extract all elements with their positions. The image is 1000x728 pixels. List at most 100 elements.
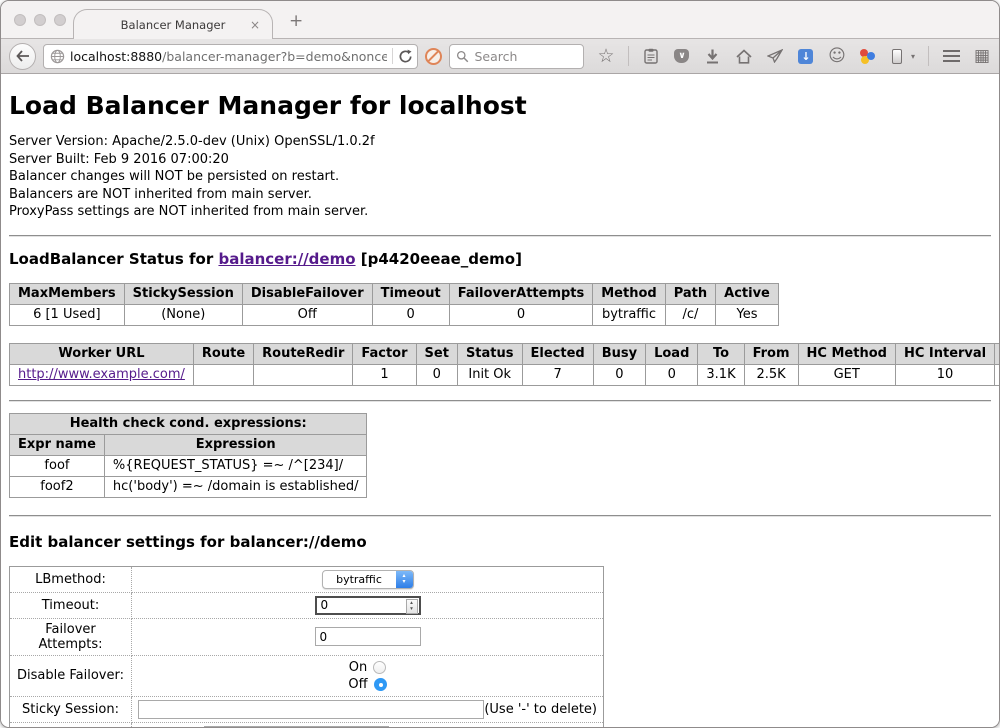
expression-cell: hc('body') =~ /domain is established/ [104, 476, 367, 497]
select-stepper-icon: ▴▾ [396, 571, 413, 588]
pocket-icon[interactable]: ∨ [673, 47, 691, 65]
add-worker-row: Add New Worker: Are you sure? [10, 722, 604, 728]
number-spinner-icon[interactable]: ▴▾ [406, 599, 418, 614]
balancer-cell: 6 [1 Used] [10, 304, 125, 325]
extension-download-icon[interactable]: ↓ [797, 47, 815, 65]
send-tab-icon[interactable] [766, 47, 784, 65]
worker-column-header: RouteRedir [254, 343, 353, 364]
persist-note-line: Balancer changes will NOT be persisted o… [9, 168, 991, 186]
worker-column-header: HC Method [798, 343, 895, 364]
balancer-cell: Yes [716, 304, 779, 325]
balancer-cell: /c/ [665, 304, 715, 325]
worker-column-header: Route [193, 343, 253, 364]
worker-column-header: To [698, 343, 744, 364]
lbmethod-row: LBmethod: bytraffic ▴▾ [10, 566, 604, 592]
menu-hamburger-icon[interactable] [942, 47, 960, 65]
server-built-line: Server Built: Feb 9 2016 07:00:20 [9, 151, 991, 169]
add-worker-label: Add New Worker: [10, 722, 132, 728]
worker-column-header: Status [457, 343, 522, 364]
health-table-title: Health check cond. expressions: [10, 413, 367, 434]
toolbar-divider2 [928, 46, 929, 66]
battery-extension-icon[interactable] [888, 47, 906, 65]
minimize-window-button[interactable] [34, 14, 46, 26]
toolbar-icons: ☆ ∨ ↓ ☺ ▾ ▦ [597, 46, 991, 66]
server-version-line: Server Version: Apache/2.5.0-dev (Unix) … [9, 133, 991, 151]
divider [9, 235, 991, 237]
server-info: Server Version: Apache/2.5.0-dev (Unix) … [9, 133, 991, 221]
inherit-note-line: Balancers are NOT inherited from main se… [9, 186, 991, 204]
worker-column-header: Passes [995, 343, 999, 364]
colored-dots-extension-icon[interactable] [859, 48, 875, 64]
lbmethod-label: LBmethod: [10, 566, 132, 592]
balancer-demo-link[interactable]: balancer://demo [218, 250, 355, 268]
reading-list-icon[interactable] [642, 47, 660, 65]
close-window-button[interactable] [14, 14, 26, 26]
home-icon[interactable] [735, 47, 753, 65]
expression-cell: %{REQUEST_STATUS} =~ /^[234]/ [104, 455, 367, 476]
navigation-toolbar: localhost:8880/balancer-manager?b=demo&n… [1, 39, 999, 74]
lb-status-heading: LoadBalancer Status for balancer://demo … [9, 250, 991, 268]
sticky-session-label: Sticky Session: [10, 696, 132, 722]
browser-window: Balancer Manager × + localhost:8880/bala… [0, 0, 1000, 728]
balancer-header-row: MaxMembersStickySessionDisableFailoverTi… [10, 283, 779, 304]
globe-icon [50, 49, 65, 64]
worker-column-header: Load [646, 343, 698, 364]
balancer-column-header: DisableFailover [242, 283, 372, 304]
worker-column-header: Busy [593, 343, 645, 364]
window-controls [14, 14, 66, 26]
worker-cell: 10 [895, 364, 994, 385]
balancer-cell: Off [242, 304, 372, 325]
failover-off-radio[interactable] [374, 678, 387, 691]
worker-cell: 0 [593, 364, 645, 385]
worker-column-header: Set [416, 343, 457, 364]
smiley-extension-icon[interactable]: ☺ [828, 47, 846, 65]
worker-column-header: Worker URL [10, 343, 194, 364]
tab-balancer-manager[interactable]: Balancer Manager × [73, 9, 273, 39]
timeout-label: Timeout: [10, 592, 132, 618]
sticky-session-input[interactable] [138, 700, 484, 719]
worker-cell [193, 364, 253, 385]
on-radio-label: On [349, 659, 367, 676]
edit-balancer-heading: Edit balancer settings for balancer://de… [9, 533, 991, 551]
failover-attempts-input[interactable] [315, 627, 421, 646]
tab-close-icon[interactable]: × [250, 18, 272, 32]
search-placeholder: Search [474, 49, 517, 64]
balancer-status-table: MaxMembersStickySessionDisableFailoverTi… [9, 283, 779, 326]
grid-extension-icon[interactable]: ▦ [973, 47, 991, 65]
balancer-settings-form: LBmethod: bytraffic ▴▾ Timeout: ▴▾ [9, 566, 604, 728]
lbmethod-select[interactable]: bytraffic ▴▾ [322, 570, 414, 589]
failover-on-radio[interactable] [373, 661, 386, 674]
reload-icon[interactable] [398, 49, 413, 64]
worker-column-header: From [744, 343, 798, 364]
chevron-down-icon[interactable]: ▾ [911, 52, 915, 61]
new-tab-button[interactable]: + [273, 8, 303, 38]
balancer-cell: 0 [372, 304, 449, 325]
sticky-session-hint: (Use '-' to delete) [484, 702, 599, 717]
plugin-blocked-icon[interactable] [425, 48, 442, 65]
worker-column-header: HC Interval [895, 343, 994, 364]
search-box[interactable]: Search [449, 44, 584, 69]
balancer-column-header: Method [593, 283, 665, 304]
search-icon [456, 50, 469, 63]
off-radio-label: Off [348, 676, 367, 693]
worker-data-row: http://www.example.com/ 10Init Ok7003.1K… [10, 364, 1000, 385]
proxypass-note-line: ProxyPass settings are NOT inherited fro… [9, 203, 991, 221]
worker-column-header: Elected [522, 343, 593, 364]
worker-column-header: Factor [353, 343, 416, 364]
downloads-icon[interactable] [704, 47, 722, 65]
back-button[interactable] [9, 43, 36, 70]
balancer-column-header: Path [665, 283, 715, 304]
maximize-window-button[interactable] [54, 14, 66, 26]
bookmark-star-icon[interactable]: ☆ [597, 47, 615, 65]
page-title: Load Balancer Manager for localhost [9, 74, 991, 133]
worker-cell: 2.5K [744, 364, 798, 385]
url-bar[interactable]: localhost:8880/balancer-manager?b=demo&n… [43, 44, 418, 69]
url-text: localhost:8880/balancer-manager?b=demo&n… [70, 49, 387, 64]
health-row-foof2: foof2 hc('body') =~ /domain is establish… [10, 476, 367, 497]
worker-cell: 0 [416, 364, 457, 385]
worker-url-link[interactable]: http://www.example.com/ [18, 367, 185, 382]
toolbar-divider [628, 46, 629, 66]
back-arrow-icon [16, 50, 30, 62]
worker-url-cell: http://www.example.com/ [10, 364, 194, 385]
health-column-header: Expression [104, 434, 367, 455]
